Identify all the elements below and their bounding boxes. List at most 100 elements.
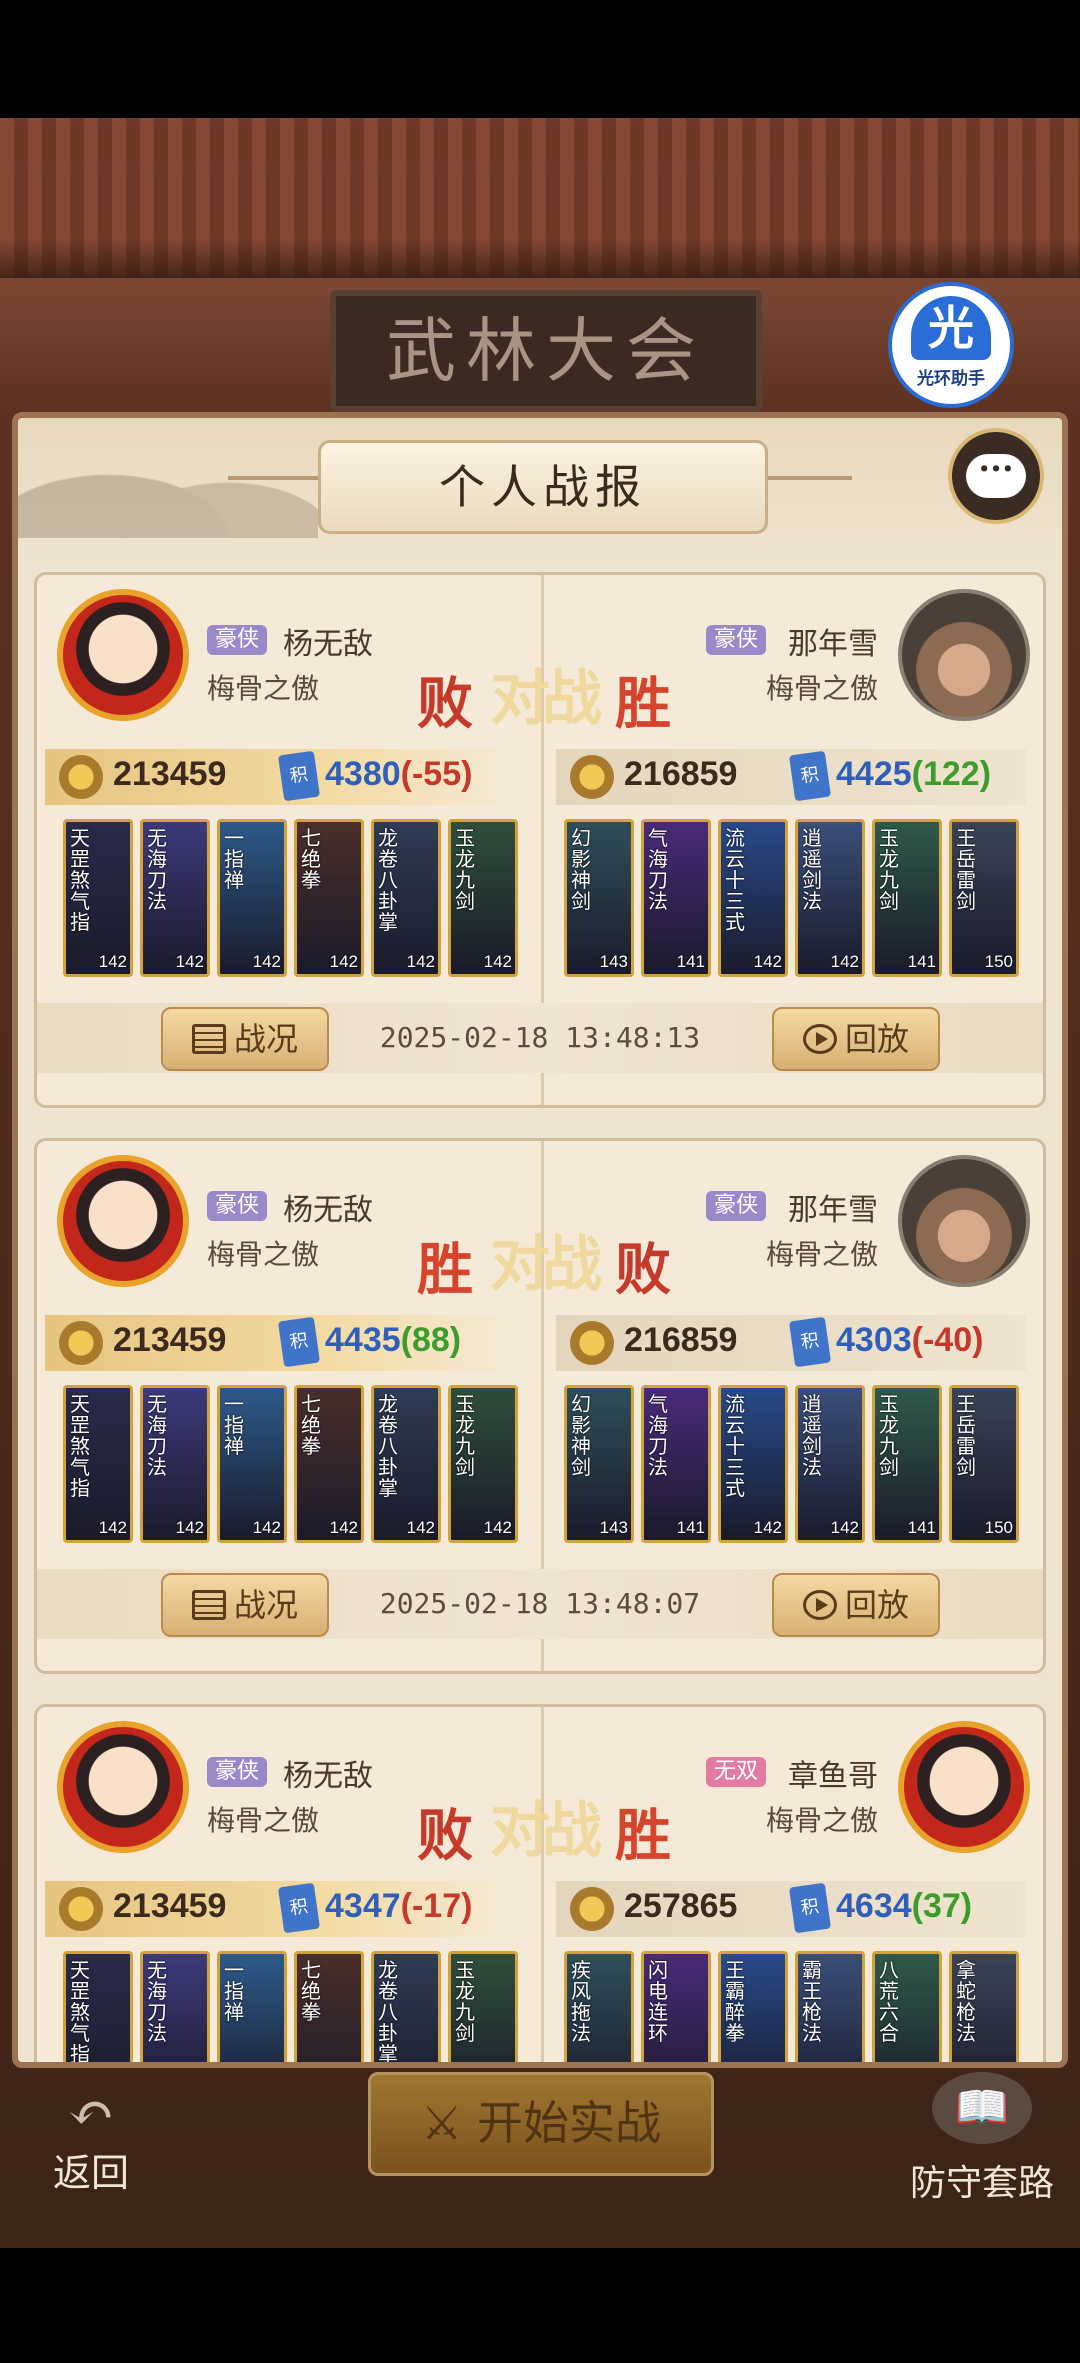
power-coin-icon [59,755,103,799]
hero-card[interactable]: 逍遥剑法 142 [795,819,865,977]
hero-card[interactable]: 逍遥剑法 142 [795,1385,865,1543]
hero-card[interactable]: 龙卷八卦掌 142 [371,819,441,977]
combat-power: 216859 [624,1321,738,1359]
hero-skill-name: 玉龙九剑 [879,1392,899,1479]
hero-card[interactable]: 幻影神剑 143 [564,819,634,977]
hero-card[interactable]: 流云十三式 142 [718,1385,788,1543]
player-name: 那年雪 [788,1193,878,1228]
hero-card[interactable]: 王霸醉拳 [718,1951,788,2062]
start-battle-button[interactable]: ⚔ 开始实战 [368,2072,714,2176]
battle-detail-button[interactable]: 战况 [161,1007,329,1071]
hero-card[interactable]: 拿蛇枪法 [949,1951,1019,2062]
player-name: 杨无敌 [283,627,373,662]
hero-card[interactable]: 龙卷八卦掌 142 [371,1385,441,1543]
stat-bar: 216859 积 4425(122) [556,749,1026,805]
hero-card[interactable]: 天罡煞气指 142 [63,1385,133,1543]
player-avatar[interactable] [57,589,189,721]
hero-card[interactable]: 气海刀法 141 [641,1385,711,1543]
guild-name: 梅骨之傲 [207,1804,320,1837]
combat-power: 216859 [624,755,738,793]
hero-card[interactable]: 一指禅 142 [217,1385,287,1543]
hero-skill-name: 一指禅 [224,1958,244,2024]
hero-skill-name: 王岳雷剑 [956,826,976,913]
hero-card[interactable]: 八荒六合 [872,1951,942,2062]
hero-card[interactable]: 无海刀法 142 [140,1385,210,1543]
hero-level: 150 [984,1518,1013,1537]
hero-skill-name: 无海刀法 [147,826,167,913]
player-avatar[interactable] [898,1155,1030,1287]
hero-skill-name: 玉龙九剑 [879,826,899,913]
list-icon [191,1024,226,1054]
hero-card[interactable]: 疾风拖法 [564,1951,634,2062]
rank-score: 4380 [325,755,401,793]
hero-level: 141 [676,1518,705,1537]
hero-skill-name: 逍遥剑法 [802,1392,822,1479]
rank-score-group: 4435(88) [325,1321,461,1360]
hero-skill-name: 幻影神剑 [571,826,591,913]
hero-card[interactable]: 玉龙九剑 [448,1951,518,2062]
hero-card[interactable]: 七绝拳 142 [294,1385,364,1543]
hero-skill-name: 气海刀法 [648,826,668,913]
player-avatar[interactable] [898,1721,1030,1853]
player-name: 杨无敌 [283,1759,373,1794]
defense-routine-label: 防守套路 [909,2163,1054,2204]
hero-card[interactable]: 无海刀法 [140,1951,210,2062]
back-label: 返回 [52,2151,129,2195]
hero-card[interactable]: 玉龙九剑 141 [872,819,942,977]
hero-card[interactable]: 气海刀法 141 [641,819,711,977]
chat-button[interactable]: ··· [948,428,1044,524]
assistant-float-button[interactable]: 光 光环助手 [888,282,1014,408]
score-delta: (122) [911,755,992,793]
hero-card[interactable]: 玉龙九剑 141 [872,1385,942,1543]
hero-card[interactable]: 一指禅 [217,1951,287,2062]
power-coin-icon [59,1887,103,1931]
guild-name: 梅骨之傲 [765,1238,878,1271]
hero-card[interactable]: 幻影神剑 143 [564,1385,634,1543]
hero-card[interactable]: 闪电连环 [641,1951,711,2062]
guild-name: 梅骨之傲 [207,672,320,705]
back-button[interactable]: ↶ 返回 [36,2086,146,2197]
hero-card[interactable]: 一指禅 142 [217,819,287,977]
defense-routine-button[interactable]: 📖 防守套路 [892,2072,1072,2206]
combat-power: 213459 [113,755,227,793]
player-avatar[interactable] [57,1721,189,1853]
hero-card[interactable]: 无海刀法 142 [140,819,210,977]
hero-card[interactable]: 七绝拳 [294,1951,364,2062]
replay-button[interactable]: 回放 [772,1573,940,1637]
hero-card[interactable]: 王岳雷剑 150 [949,819,1019,977]
hero-level: 142 [483,952,512,971]
power-coin-icon [59,1321,103,1365]
match-card: 豪侠 杨无敌 梅骨之傲 213459 积 4380(-55) 天罡煞气指 142 无海刀法 142… [34,572,1046,1108]
power-coin-icon [570,1321,614,1365]
score-token-icon: 积 [788,750,832,802]
hero-level: 142 [753,1518,782,1537]
battle-detail-button[interactable]: 战况 [161,1573,329,1637]
battle-detail-label: 战况 [233,1020,298,1058]
hero-card[interactable]: 天罡煞气指 142 [63,819,133,977]
hero-level: 143 [599,952,628,971]
player-avatar[interactable] [898,589,1030,721]
player-name: 杨无敌 [283,1193,373,1228]
guild-name: 梅骨之傲 [207,1238,320,1271]
hero-card[interactable]: 霸王枪法 [795,1951,865,2062]
hero-card[interactable]: 七绝拳 142 [294,819,364,977]
replay-button[interactable]: 回放 [772,1007,940,1071]
hero-card[interactable]: 玉龙九剑 142 [448,1385,518,1543]
hero-skill-name: 疾风拖法 [571,1958,591,2045]
hero-card[interactable]: 玉龙九剑 142 [448,819,518,977]
roof-decoration [0,118,1080,278]
rank-score: 4435 [325,1321,401,1359]
hero-card[interactable]: 龙卷八卦掌 [371,1951,441,2062]
stat-bar: 213459 积 4347(-17) [45,1881,515,1937]
player-avatar[interactable] [57,1155,189,1287]
mountain-decoration [18,428,318,538]
panel-header: 个人战报 ··· [18,418,1062,560]
hero-card[interactable]: 王岳雷剑 150 [949,1385,1019,1543]
hero-card[interactable]: 天罡煞气指 [63,1951,133,2062]
hero-skill-name: 一指禅 [224,826,244,892]
match-footer: 2025-02-18 13:48:07 战况 回放 [37,1569,1043,1639]
hero-card[interactable]: 流云十三式 142 [718,819,788,977]
start-battle-label: 开始实战 [476,2096,661,2150]
hero-level: 143 [599,1518,628,1537]
hero-skill-name: 闪电连环 [648,1958,668,2045]
